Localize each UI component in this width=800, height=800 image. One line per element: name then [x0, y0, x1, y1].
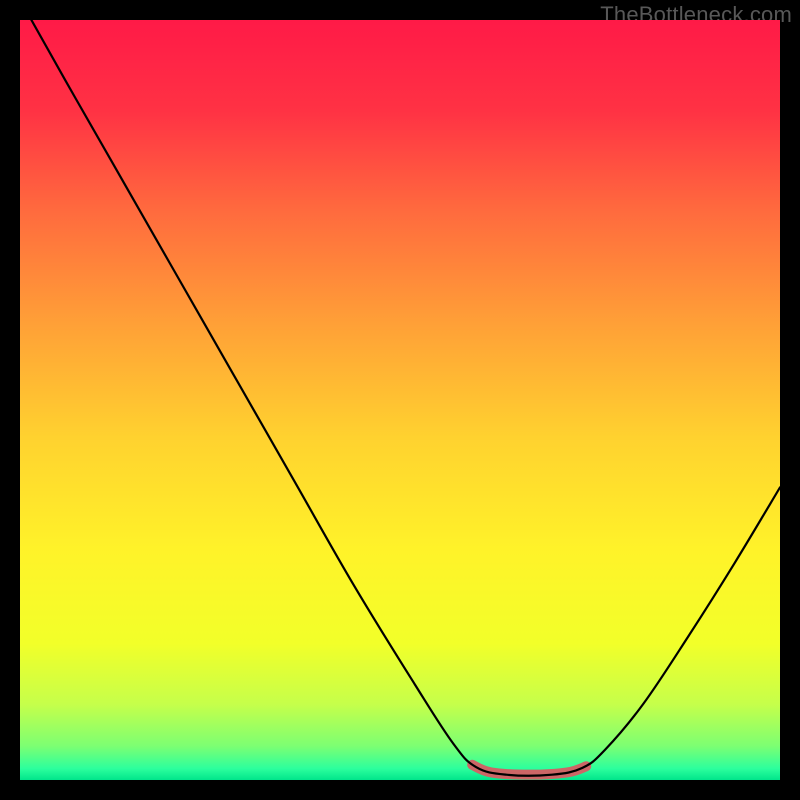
- chart-plot-area: [20, 20, 780, 780]
- bottleneck-chart: [20, 20, 780, 780]
- chart-background: [20, 20, 780, 780]
